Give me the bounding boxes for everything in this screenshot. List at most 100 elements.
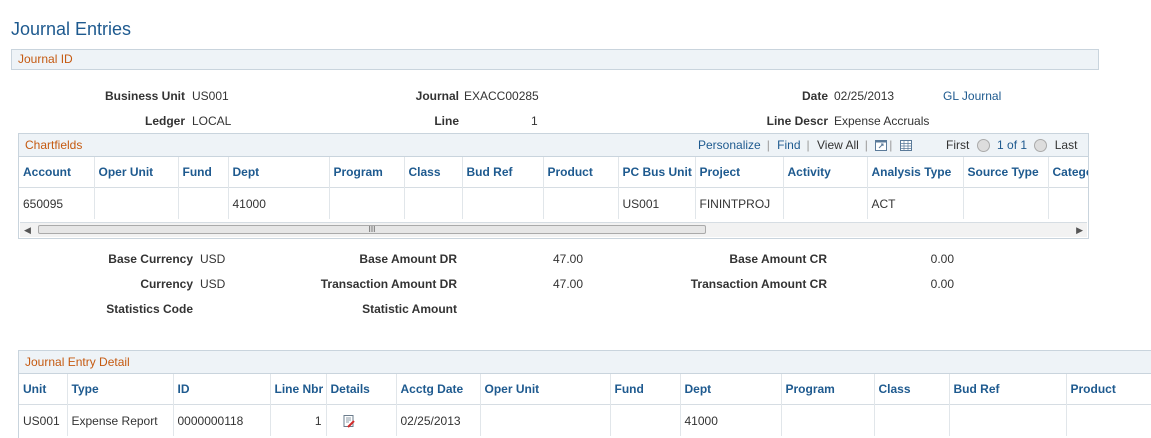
transaction-amount-dr-value: 47.00: [552, 277, 583, 291]
col-id[interactable]: ID: [173, 374, 271, 405]
cell-class: [874, 404, 950, 436]
view-all-link[interactable]: View All: [817, 138, 859, 152]
line-descr-value: Expense Accruals: [834, 114, 930, 128]
cell-fund: [178, 187, 229, 219]
cell-bud-ref: [949, 404, 1067, 436]
cell-activity: [783, 187, 868, 219]
col-account[interactable]: Account: [19, 157, 95, 188]
page-title: Journal Entries: [11, 19, 132, 39]
cell-project: FININTPROJ: [695, 187, 784, 219]
col-product[interactable]: Product: [543, 157, 619, 188]
col-class[interactable]: Class: [874, 374, 950, 405]
journal-value: EXACC00285: [464, 89, 539, 103]
col-pc-bus-unit[interactable]: PC Bus Unit: [618, 157, 696, 188]
line-descr-label: Line Descr: [766, 114, 828, 128]
col-fund[interactable]: Fund: [178, 157, 229, 188]
page-range: 1 of 1: [997, 138, 1028, 152]
col-fund[interactable]: Fund: [610, 374, 681, 405]
date-label: Date: [801, 89, 828, 103]
cell-source-type: [963, 187, 1049, 219]
col-activity[interactable]: Activity: [783, 157, 868, 188]
base-amount-cr-value: 0.00: [930, 252, 954, 266]
cell-program: [329, 187, 405, 219]
cell-dept: 41000: [228, 187, 330, 219]
col-details[interactable]: Details: [326, 374, 397, 405]
personalize-link[interactable]: Personalize: [698, 138, 761, 152]
journal-entries-page: Journal Entries Journal ID Business Unit…: [0, 0, 1151, 438]
chartfields-table: Account Oper Unit Fund Dept Program Clas…: [19, 157, 1088, 219]
chartfields-title: Chartfields: [25, 138, 83, 152]
cell-program: [781, 404, 875, 436]
pager: First 1 of 1 Last: [946, 138, 1081, 153]
date-value: 02/25/2013: [834, 89, 895, 103]
journal-label: Journal: [415, 89, 459, 103]
journal-entry-detail-title: Journal Entry Detail: [25, 355, 130, 369]
table-row: US001 Expense Report 0000000118 1 02/25/…: [19, 404, 1151, 436]
ledger-value: LOCAL: [192, 114, 232, 128]
cell-class: [404, 187, 463, 219]
base-currency-value: USD: [200, 252, 226, 266]
journal-id-section-header: Journal ID: [11, 49, 1099, 70]
chartfields-header-row: Account Oper Unit Fund Dept Program Clas…: [19, 157, 1088, 188]
journal-entry-detail-grid: Journal Entry Detail Unit Type ID Line N…: [18, 350, 1151, 438]
col-source-type[interactable]: Source Type: [963, 157, 1049, 188]
col-bud-ref[interactable]: Bud Ref: [462, 157, 544, 188]
col-dept[interactable]: Dept: [228, 157, 330, 188]
first-label: First: [946, 138, 970, 152]
scroll-thumb[interactable]: III: [38, 225, 706, 234]
report-detail-icon[interactable]: [343, 414, 355, 428]
cell-fund: [610, 404, 681, 436]
col-oper-unit[interactable]: Oper Unit: [94, 157, 179, 188]
cell-line-nbr: 1: [270, 404, 327, 436]
scroll-right-icon[interactable]: ▶: [1076, 225, 1083, 236]
new-window-icon[interactable]: [875, 140, 888, 152]
col-program[interactable]: Program: [781, 374, 875, 405]
currency-label: Currency: [140, 277, 193, 291]
cell-unit: US001: [19, 404, 68, 436]
find-link[interactable]: Find: [777, 138, 800, 152]
col-class[interactable]: Class: [404, 157, 463, 188]
base-amount-dr-value: 47.00: [552, 252, 583, 266]
section-title: Journal ID: [18, 52, 73, 66]
scroll-left-icon[interactable]: ◀: [24, 225, 31, 236]
col-category[interactable]: Catego: [1048, 157, 1088, 188]
statistic-amount-label: Statistic Amount: [362, 302, 457, 316]
chartfields-grid-header: Chartfields Personalize | Find | View All |…: [19, 134, 1088, 157]
statistics-code-label: Statistics Code: [106, 302, 193, 316]
col-dept[interactable]: Dept: [680, 374, 782, 405]
cell-analysis-type: ACT: [867, 187, 964, 219]
cell-product: [543, 187, 619, 219]
transaction-amount-dr-label: Transaction Amount DR: [320, 277, 457, 291]
col-program[interactable]: Program: [329, 157, 405, 188]
spreadsheet-icon[interactable]: [899, 140, 912, 152]
horizontal-scrollbar[interactable]: ◀ III ▶: [20, 222, 1087, 237]
col-type[interactable]: Type: [67, 374, 174, 405]
grid-navigation: Personalize | Find | View All | |: [698, 138, 912, 152]
col-product[interactable]: Product: [1066, 374, 1151, 405]
detail-header-row: Unit Type ID Line Nbr Details Acctg Date…: [19, 374, 1151, 405]
cell-details: [326, 404, 397, 436]
cell-dept: 41000: [680, 404, 782, 436]
col-analysis-type[interactable]: Analysis Type: [867, 157, 964, 188]
ledger-label: Ledger: [144, 114, 185, 128]
col-oper-unit[interactable]: Oper Unit: [480, 374, 611, 405]
col-line-nbr[interactable]: Line Nbr: [270, 374, 327, 405]
table-row: 650095 41000 US001 FININTPROJ ACT: [19, 187, 1088, 219]
transaction-amount-cr-label: Transaction Amount CR: [690, 277, 827, 291]
col-unit[interactable]: Unit: [19, 374, 68, 405]
base-amount-cr-label: Base Amount CR: [729, 252, 827, 266]
base-currency-label: Base Currency: [108, 252, 193, 266]
col-acctg-date[interactable]: Acctg Date: [396, 374, 481, 405]
cell-id: 0000000118: [173, 404, 271, 436]
business-unit-value: US001: [192, 89, 229, 103]
previous-icon[interactable]: [976, 139, 990, 153]
cell-product: [1066, 404, 1151, 436]
next-icon[interactable]: [1034, 139, 1048, 153]
cell-category: [1048, 187, 1088, 219]
cell-oper-unit: [480, 404, 611, 436]
col-project[interactable]: Project: [695, 157, 784, 188]
journal-entry-detail-table: Unit Type ID Line Nbr Details Acctg Date…: [19, 374, 1151, 436]
journal-entry-detail-header: Journal Entry Detail: [19, 351, 1151, 374]
gl-journal-link[interactable]: GL Journal: [943, 89, 1001, 103]
col-bud-ref[interactable]: Bud Ref: [949, 374, 1067, 405]
